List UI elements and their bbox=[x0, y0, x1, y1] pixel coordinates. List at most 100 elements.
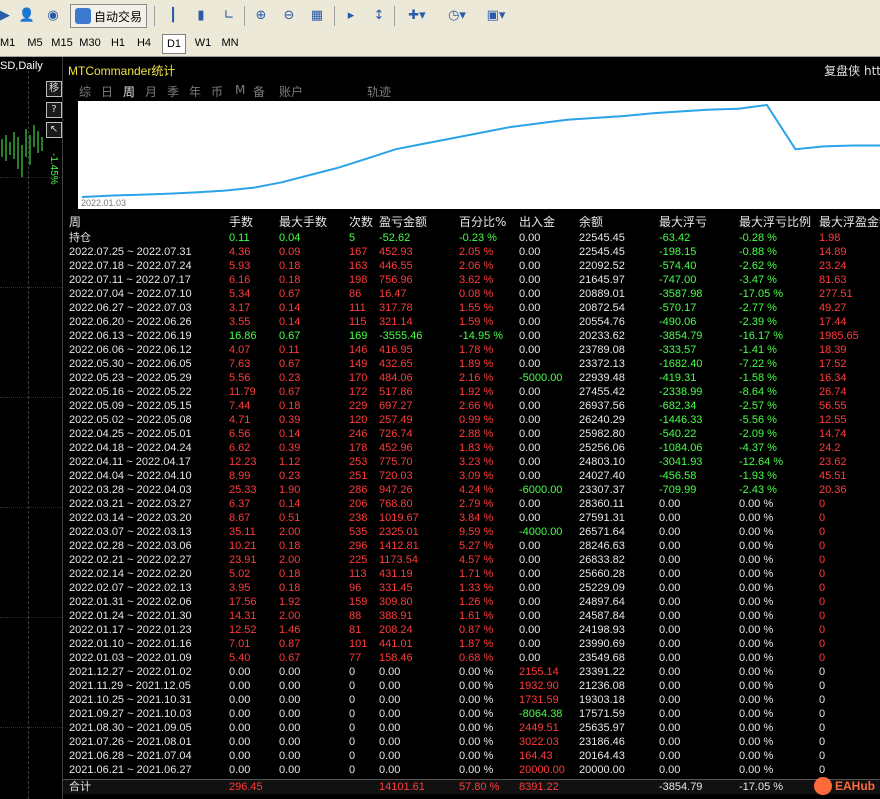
table-row[interactable]: 2021.12.27 ~ 2022.01.02 0.00 0.00 0 0.00 0.00… bbox=[63, 665, 880, 679]
table-row[interactable]: 2021.10.25 ~ 2021.10.31 0.00 0.00 0 0.00 0.00… bbox=[63, 693, 880, 707]
table-row[interactable]: 2022.06.13 ~ 2022.06.19 16.86 0.67 169 -3555… bbox=[63, 329, 880, 343]
arrow-right-icon[interactable]: ▶ bbox=[0, 4, 16, 26]
cell-count: 246 bbox=[349, 428, 368, 440]
tab-track[interactable]: 轨迹 bbox=[367, 83, 391, 100]
table-row[interactable]: 2022.01.24 ~ 2022.01.30 14.31 2.00 88 388.91… bbox=[63, 609, 880, 623]
tab-account[interactable]: 账户 bbox=[279, 83, 303, 100]
table-row[interactable]: 2021.08.30 ~ 2021.09.05 0.00 0.00 0 0.00 0.00… bbox=[63, 721, 880, 735]
cell-max-drawdown: 0.00 bbox=[659, 624, 681, 636]
table-row[interactable]: 2022.03.21 ~ 2022.03.27 6.37 0.14 206 768.80… bbox=[63, 497, 880, 511]
table-row[interactable]: 2022.02.14 ~ 2022.02.20 5.02 0.18 113 431.19… bbox=[63, 567, 880, 581]
timeframe-d1[interactable]: D1 bbox=[162, 34, 186, 54]
bar-chart-icon[interactable]: ┃ bbox=[162, 4, 184, 26]
pointer-button[interactable]: ↖ bbox=[46, 122, 62, 138]
table-row[interactable]: 2021.07.26 ~ 2021.08.01 0.00 0.00 0 0.00 0.00… bbox=[63, 735, 880, 749]
header-percent[interactable]: 百分比% bbox=[459, 215, 506, 229]
tab-summary[interactable]: 综 bbox=[79, 83, 91, 100]
table-row[interactable]: 2022.07.25 ~ 2022.07.31 4.36 0.09 167 452.93… bbox=[63, 245, 880, 259]
templates-icon[interactable]: ▣▾ bbox=[480, 4, 512, 26]
tab-year[interactable]: 年 bbox=[189, 83, 201, 100]
table-row[interactable]: 2021.09.27 ~ 2021.10.03 0.00 0.00 0 0.00 0.00… bbox=[63, 707, 880, 721]
table-row[interactable]: 2022.07.18 ~ 2022.07.24 5.93 0.18 163 446.55… bbox=[63, 259, 880, 273]
timeframe-mn[interactable]: MN bbox=[218, 34, 242, 52]
table-row[interactable]: 2021.06.28 ~ 2021.07.04 0.00 0.00 0 0.00 0.00… bbox=[63, 749, 880, 763]
periods-icon[interactable]: ◷▾ bbox=[442, 4, 472, 26]
table-row[interactable]: 2022.04.11 ~ 2022.04.17 12.23 1.12 253 775.7… bbox=[63, 455, 880, 469]
header-period[interactable]: 周 bbox=[69, 215, 81, 229]
table-row[interactable]: 2022.05.16 ~ 2022.05.22 11.79 0.67 172 517.8… bbox=[63, 385, 880, 399]
timeframe-m1[interactable]: M1 bbox=[0, 34, 15, 52]
zoom-out-icon[interactable]: ⊖ bbox=[278, 4, 300, 26]
cell-max-drawdown: -540.22 bbox=[659, 428, 697, 440]
header-pnl[interactable]: 盈亏金额 bbox=[379, 215, 427, 229]
candlestick-icon[interactable]: ▮ bbox=[190, 4, 212, 26]
tab-note[interactable]: 备 bbox=[253, 83, 265, 100]
table-row[interactable]: 2022.01.10 ~ 2022.01.16 7.01 0.87 101 441.01… bbox=[63, 637, 880, 651]
table-row[interactable]: 2022.04.04 ~ 2022.04.10 8.99 0.23 251 720.03… bbox=[63, 469, 880, 483]
table-row[interactable]: 2022.01.17 ~ 2022.01.23 12.52 1.46 81 208.24… bbox=[63, 623, 880, 637]
table-row[interactable]: 2022.06.27 ~ 2022.07.03 3.17 0.14 111 317.78… bbox=[63, 301, 880, 315]
header-max-floating-profit[interactable]: 最大浮盈金额 bbox=[819, 215, 880, 229]
table-row[interactable]: 2022.05.30 ~ 2022.06.05 7.63 0.67 149 432.65… bbox=[63, 357, 880, 371]
timeframe-w1[interactable]: W1 bbox=[192, 34, 214, 52]
tab-month[interactable]: 月 bbox=[145, 83, 157, 100]
table-row[interactable]: 持仓 0.11 0.04 5 -52.62 -0.23 % 0.00 22545.45 -63.… bbox=[63, 231, 880, 245]
table-row[interactable]: 2022.06.20 ~ 2022.06.26 3.55 0.14 115 321.14… bbox=[63, 315, 880, 329]
cell-flow: -5000.00 bbox=[519, 372, 563, 384]
header-lots[interactable]: 手数 bbox=[229, 215, 253, 229]
cell-max-lots: 0.14 bbox=[279, 302, 301, 314]
header-flow[interactable]: 出入金 bbox=[519, 215, 555, 229]
timeframe-h4[interactable]: H4 bbox=[134, 34, 154, 52]
table-row[interactable]: 2022.03.14 ~ 2022.03.20 8.67 0.51 238 1019.6… bbox=[63, 511, 880, 525]
table-row[interactable]: 2022.03.07 ~ 2022.03.13 35.11 2.00 535 2325.… bbox=[63, 525, 880, 539]
cell-drawdown-pct: 0.00 % bbox=[739, 526, 774, 538]
table-row[interactable]: 2022.07.11 ~ 2022.07.17 6.16 0.18 198 756.96… bbox=[63, 273, 880, 287]
table-row[interactable]: 2022.07.04 ~ 2022.07.10 5.34 0.67 86 16.47 0.… bbox=[63, 287, 880, 301]
navigator-icon[interactable]: 👤 bbox=[16, 4, 38, 26]
cell-lots: 0.00 bbox=[229, 764, 251, 776]
table-row[interactable]: 2022.03.28 ~ 2022.04.03 25.33 1.90 286 947.2… bbox=[63, 483, 880, 497]
line-chart-icon[interactable]: ∟ bbox=[218, 4, 240, 26]
table-row[interactable]: 2022.06.06 ~ 2022.06.12 4.07 0.11 146 416.95… bbox=[63, 343, 880, 357]
header-balance[interactable]: 余额 bbox=[579, 215, 603, 229]
tab-magic[interactable]: M bbox=[235, 83, 245, 97]
tab-currency[interactable]: 币 bbox=[211, 83, 223, 100]
tab-quarter[interactable]: 季 bbox=[167, 83, 179, 100]
brand-link[interactable]: 复盘侠 htt bbox=[824, 62, 880, 79]
table-row[interactable]: 2022.01.31 ~ 2022.02.06 17.56 1.92 159 309.8… bbox=[63, 595, 880, 609]
tab-day[interactable]: 日 bbox=[101, 83, 113, 100]
header-count[interactable]: 次数 bbox=[349, 215, 373, 229]
move-button[interactable]: 移 bbox=[46, 81, 62, 97]
timeframe-m30[interactable]: M30 bbox=[78, 34, 102, 52]
table-row[interactable]: 2022.04.25 ~ 2022.05.01 6.56 0.14 246 726.74… bbox=[63, 427, 880, 441]
cell-count: 0 bbox=[349, 736, 356, 748]
table-row[interactable]: 2021.11.29 ~ 2021.12.05 0.00 0.00 0 0.00 0.00… bbox=[63, 679, 880, 693]
price-chart[interactable]: SD,Daily 移 ? ↖ -1.45% bbox=[0, 57, 62, 799]
table-row[interactable]: 2022.02.07 ~ 2022.02.13 3.95 0.18 96 331.45 1… bbox=[63, 581, 880, 595]
help-button[interactable]: ? bbox=[46, 102, 62, 118]
autoscroll-icon[interactable]: ▸ bbox=[340, 4, 362, 26]
table-row[interactable]: 2022.04.18 ~ 2022.04.24 6.62 0.39 178 452.96… bbox=[63, 441, 880, 455]
price-change-label: -1.45% bbox=[48, 153, 59, 185]
table-row[interactable]: 2022.05.02 ~ 2022.05.08 4.71 0.39 120 257.49… bbox=[63, 413, 880, 427]
header-max-lots[interactable]: 最大手数 bbox=[279, 215, 327, 229]
header-max-drawdown[interactable]: 最大浮亏 bbox=[659, 215, 707, 229]
table-row[interactable]: 2022.05.23 ~ 2022.05.29 5.56 0.23 170 484.06… bbox=[63, 371, 880, 385]
cell-period: 2022.01.03 ~ 2022.01.09 bbox=[69, 652, 192, 664]
table-row[interactable]: 2022.02.21 ~ 2022.02.27 23.91 2.00 225 1173.… bbox=[63, 553, 880, 567]
auto-trade-button[interactable]: 自动交易 bbox=[70, 4, 148, 28]
table-row[interactable]: 2022.01.03 ~ 2022.01.09 5.40 0.67 77 158.46 0… bbox=[63, 651, 880, 665]
indicators-icon[interactable]: ✚▾ bbox=[402, 4, 432, 26]
header-drawdown-pct[interactable]: 最大浮亏比例 bbox=[739, 215, 811, 229]
timeframe-m15[interactable]: M15 bbox=[50, 34, 74, 52]
tab-week[interactable]: 周 bbox=[123, 83, 135, 100]
table-row[interactable]: 2022.02.28 ~ 2022.03.06 10.21 0.18 296 1412.… bbox=[63, 539, 880, 553]
signal-icon[interactable]: ◉ bbox=[42, 4, 64, 26]
timeframe-h1[interactable]: H1 bbox=[108, 34, 128, 52]
tile-windows-icon[interactable]: ▦ bbox=[306, 4, 328, 26]
zoom-in-icon[interactable]: ⊕ bbox=[250, 4, 272, 26]
table-row[interactable]: 2021.06.21 ~ 2021.06.27 0.00 0.00 0 0.00 0.00… bbox=[63, 763, 880, 777]
table-row[interactable]: 2022.05.09 ~ 2022.05.15 7.44 0.18 229 697.27… bbox=[63, 399, 880, 413]
chart-shift-icon[interactable]: ↕ bbox=[368, 4, 390, 26]
timeframe-m5[interactable]: M5 bbox=[24, 34, 46, 52]
